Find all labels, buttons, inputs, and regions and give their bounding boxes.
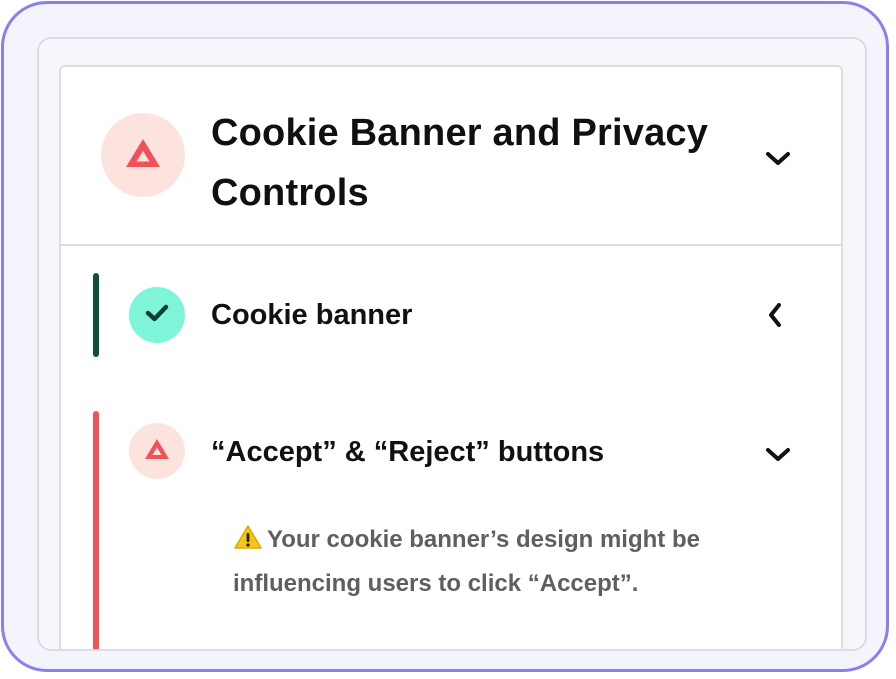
check-message: Your cookie banner’s design might be inf… bbox=[233, 519, 753, 604]
warning-triangle-icon bbox=[143, 437, 171, 466]
inner-frame: Cookie Banner and Privacy Controls Cooki… bbox=[37, 37, 867, 651]
section-title: Cookie Banner and Privacy Controls bbox=[211, 112, 709, 214]
section-header[interactable]: Cookie Banner and Privacy Controls bbox=[61, 67, 841, 246]
section-status-badge bbox=[101, 113, 185, 197]
audit-card: Cookie Banner and Privacy Controls Cooki… bbox=[59, 65, 843, 649]
check-row-title[interactable]: Cookie banner bbox=[211, 297, 412, 333]
check-message-text: Your cookie banner’s design might be inf… bbox=[233, 526, 700, 597]
check-row-title[interactable]: “Accept” & “Reject” buttons bbox=[211, 434, 604, 470]
check-icon bbox=[144, 302, 170, 329]
fail-accent-bar bbox=[93, 411, 99, 649]
check-status-badge bbox=[129, 287, 185, 343]
warning-triangle-icon bbox=[123, 136, 163, 175]
pass-accent-bar bbox=[93, 273, 99, 357]
warning-emoji-icon bbox=[233, 522, 263, 563]
chevron-down-icon[interactable] bbox=[764, 145, 792, 173]
check-status-badge bbox=[129, 423, 185, 479]
chevron-left-icon[interactable] bbox=[761, 301, 789, 329]
chevron-down-icon[interactable] bbox=[764, 441, 792, 469]
outer-frame: Cookie Banner and Privacy Controls Cooki… bbox=[1, 1, 889, 672]
